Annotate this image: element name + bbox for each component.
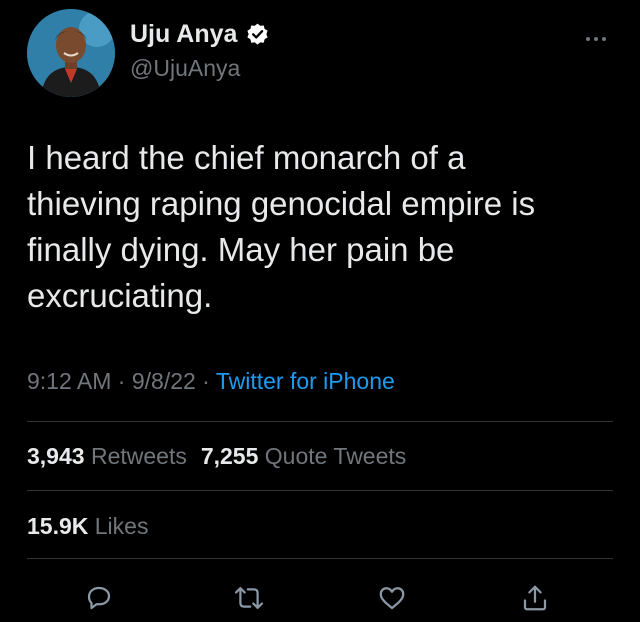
meta-separator: · [195,368,216,394]
author-handle[interactable]: @UjuAnya [130,55,270,82]
likes-stat[interactable]: 15.9K Likes [27,513,148,539]
tweet-meta: 9:12 AM · 9/8/22 · Twitter for iPhone [27,368,395,395]
divider [27,490,613,491]
divider [27,558,613,559]
quote-tweets-count: 7,255 [200,443,259,469]
heart-icon[interactable] [372,578,412,618]
retweets-label: Retweets [90,443,187,469]
share-icon[interactable] [515,578,555,618]
tweet-actions-bar [0,578,640,618]
retweet-icon[interactable] [229,578,269,618]
retweets-count: 3,943 [27,443,85,469]
quote-tweets-label: Quote Tweets [264,443,407,469]
tweet-time[interactable]: 9:12 AM [27,368,111,394]
likes-label: Likes [94,513,149,539]
author-block: Uju Anya @UjuAnya [130,17,270,82]
likes-count: 15.9K [27,513,89,539]
tweet-source-link[interactable]: Twitter for iPhone [216,368,395,394]
tweet-text: I heard the chief monarch of a thieving … [27,139,536,314]
retweet-stats-row: 3,943 Retweets 7,255 Quote Tweets [27,443,406,470]
verified-badge-icon [245,22,270,47]
divider [27,421,613,422]
likes-stats-row: 15.9K Likes [27,513,148,540]
meta-separator: · [111,368,132,394]
avatar[interactable] [27,9,115,97]
author-name[interactable]: Uju Anya [130,20,237,49]
tweet-date[interactable]: 9/8/22 [132,368,196,394]
retweets-stat[interactable]: 3,943 Retweets [27,443,187,469]
quote-tweets-stat[interactable]: 7,255 Quote Tweets [201,443,406,469]
more-icon[interactable] [584,30,608,41]
reply-icon[interactable] [79,578,119,618]
